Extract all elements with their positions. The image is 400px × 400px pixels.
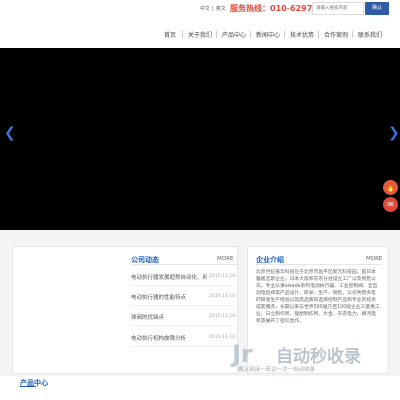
banner-slider[interactable]: [0, 48, 400, 230]
intro-body-text: 北京世纪嘉华科技位于北京市昌平区新元科技园，是日本雅路瓦斯企业、日本大阪和东京分…: [256, 270, 380, 324]
nav-news[interactable]: 新闻中心: [256, 30, 280, 39]
nav-divider: [182, 31, 183, 38]
news-item-title[interactable]: 电动执行器发展趋势自动化、网...: [131, 273, 207, 281]
nav-products[interactable]: 产品中心: [222, 30, 246, 39]
watermark: Jr 自动秒收录 做上链接一来访一次一自动收录: [232, 340, 387, 382]
intro-title-divider: [256, 264, 382, 265]
watermark-logo: Jr: [232, 340, 253, 368]
chevron-left-icon[interactable]: ❮: [4, 126, 16, 140]
news-item-date: 2015-11-18: [209, 334, 236, 340]
lang-separator: |: [212, 6, 214, 12]
search-input[interactable]: [312, 2, 364, 15]
lang-english-link[interactable]: 英文: [216, 6, 226, 12]
chevron-right-icon[interactable]: ❯: [388, 126, 400, 140]
news-item-title[interactable]: 球阀的优缺点: [131, 313, 207, 321]
nav-technology[interactable]: 技术优势: [290, 30, 314, 39]
search-button[interactable]: 确认: [365, 2, 389, 15]
news-item[interactable]: 电动执行器的性能特点 2015-11-18: [131, 293, 236, 302]
nav-divider: [250, 31, 251, 38]
news-item[interactable]: 电动执行机构故障分析 2015-11-18: [131, 334, 236, 343]
watermark-text: 自动秒收录: [276, 347, 361, 367]
news-item[interactable]: 球阀的优缺点 2015-11-18: [131, 313, 236, 322]
news-panel: 公司动态 MORE 电动执行器发展趋势自动化、网... 2015-11-18 电…: [12, 246, 239, 374]
news-divider: [131, 305, 235, 306]
news-item-title[interactable]: 电动执行机构故障分析: [131, 334, 207, 342]
news-item-title[interactable]: 电动执行器的性能特点: [131, 293, 207, 301]
news-title-divider: [131, 264, 239, 265]
products-title-underline: [20, 386, 36, 387]
nav-contact[interactable]: 联系我们: [358, 30, 382, 39]
nav-home[interactable]: 首页: [164, 30, 176, 39]
lang-chinese-link[interactable]: 中文: [200, 6, 210, 12]
top-header: 中文|英文 服务热线：010-62976781 确认 首页 关于我们 产品中心 …: [0, 0, 400, 48]
intro-more-link[interactable]: MORE: [366, 256, 382, 262]
news-divider: [131, 325, 235, 326]
nav-cases[interactable]: 合作案例: [324, 30, 348, 39]
news-more-link[interactable]: MORE: [217, 256, 233, 262]
chat-icon[interactable]: ✉: [383, 197, 398, 212]
news-item-date: 2015-11-18: [209, 293, 236, 299]
news-divider: [131, 346, 235, 347]
language-switcher: 中文 | 英文: [200, 5, 228, 12]
news-item-date: 2015-11-18: [209, 273, 236, 279]
nav-divider: [318, 31, 319, 38]
watermark-subtext: 做上链接一来访一次一自动收录: [238, 367, 316, 373]
nav-divider: [284, 31, 285, 38]
nav-divider: [352, 31, 353, 38]
nav-about[interactable]: 关于我们: [188, 30, 212, 39]
news-divider: [131, 285, 235, 286]
fire-icon[interactable]: 🔥: [383, 180, 398, 195]
nav-divider: [216, 31, 217, 38]
news-item-date: 2015-11-18: [209, 313, 236, 319]
news-item[interactable]: 电动执行器发展趋势自动化、网... 2015-11-18: [131, 273, 236, 282]
